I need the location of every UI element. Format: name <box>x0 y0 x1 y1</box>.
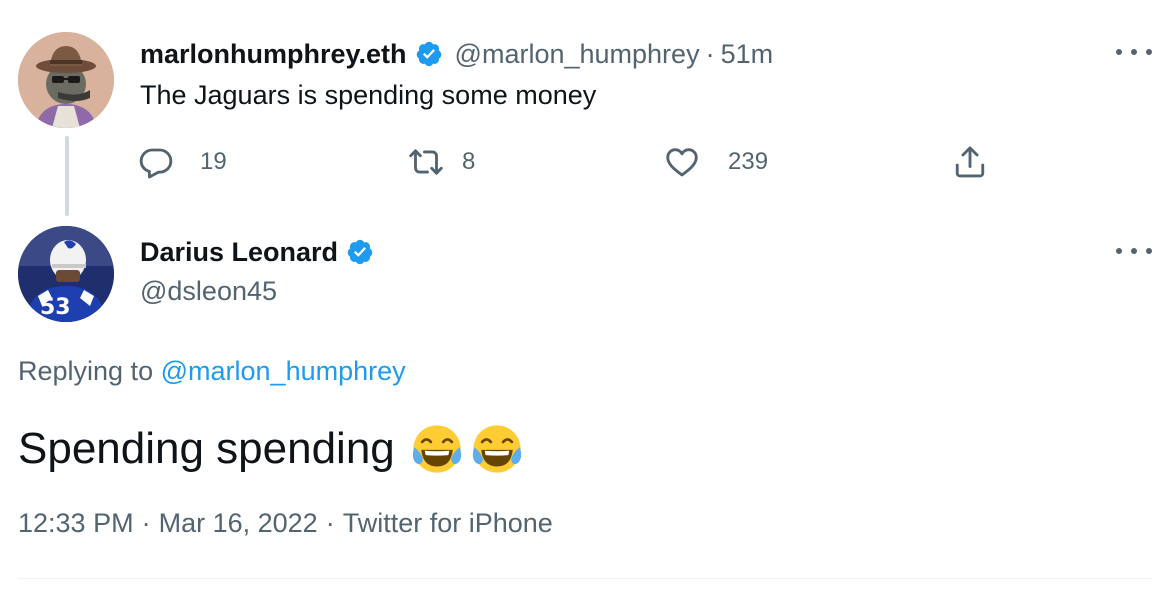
thread-connector-line <box>65 136 69 216</box>
tears-of-joy-emoji-icon <box>472 425 521 473</box>
author-handle[interactable]: @marlon_humphrey <box>455 39 700 70</box>
retweet-button[interactable]: 8 <box>408 140 475 184</box>
retweet-icon <box>409 149 443 175</box>
parent-tweet-text: The Jaguars is spending some money <box>140 80 597 110</box>
bottom-divider <box>18 578 1152 579</box>
jersey-number: 53 <box>40 295 71 320</box>
tears-of-joy-emoji-icon <box>412 425 461 473</box>
reply-tweet-header: Darius Leonard <box>140 232 374 272</box>
parent-tweet-header: marlonhumphrey.eth @marlon_humphrey · 51… <box>140 36 773 72</box>
reply-author-avatar[interactable]: 53 <box>18 226 114 322</box>
retweet-count: 8 <box>462 148 476 175</box>
share-icon <box>955 146 985 178</box>
author-avatar[interactable] <box>18 32 114 128</box>
reply-button[interactable]: 19 <box>138 140 227 184</box>
replying-to-mention-link[interactable]: @marlon_humphrey <box>161 356 406 386</box>
tweet-relative-time[interactable]: 51m <box>721 39 774 70</box>
replying-to-line: Replying to @marlon_humphrey <box>18 356 406 387</box>
verified-badge-icon <box>347 239 373 265</box>
header-separator: · <box>705 38 715 69</box>
like-count: 239 <box>728 148 769 175</box>
more-options-icon[interactable] <box>1116 46 1152 58</box>
reply-tweet-text: Spending spending <box>18 424 395 473</box>
author-name[interactable]: marlonhumphrey.eth <box>140 39 407 70</box>
reply-author-handle[interactable]: @dsleon45 <box>140 276 277 307</box>
reply-author-name[interactable]: Darius Leonard <box>140 237 338 268</box>
verified-badge-icon <box>416 41 441 67</box>
heart-icon <box>666 148 698 177</box>
tweet-date[interactable]: Mar 16, 2022 <box>159 508 318 538</box>
tweet-source[interactable]: Twitter for iPhone <box>343 508 553 538</box>
more-options-icon[interactable] <box>1116 245 1152 257</box>
reply-count: 19 <box>200 148 227 175</box>
reply-icon <box>139 148 173 179</box>
tweet-time[interactable]: 12:33 PM <box>18 508 134 538</box>
reply-tweet-body: Spending spending <box>18 418 525 480</box>
like-button[interactable]: 239 <box>664 140 768 184</box>
meta-separator: · <box>141 508 151 538</box>
tweet-metadata: 12:33 PM · Mar 16, 2022 · Twitter for iPhone <box>18 508 553 539</box>
share-button[interactable] <box>952 140 988 184</box>
replying-to-prefix: Replying to <box>18 356 154 386</box>
player-photo-icon: 53 <box>18 226 114 322</box>
meta-separator: · <box>325 508 335 538</box>
cartoon-avatar-icon <box>18 32 114 128</box>
